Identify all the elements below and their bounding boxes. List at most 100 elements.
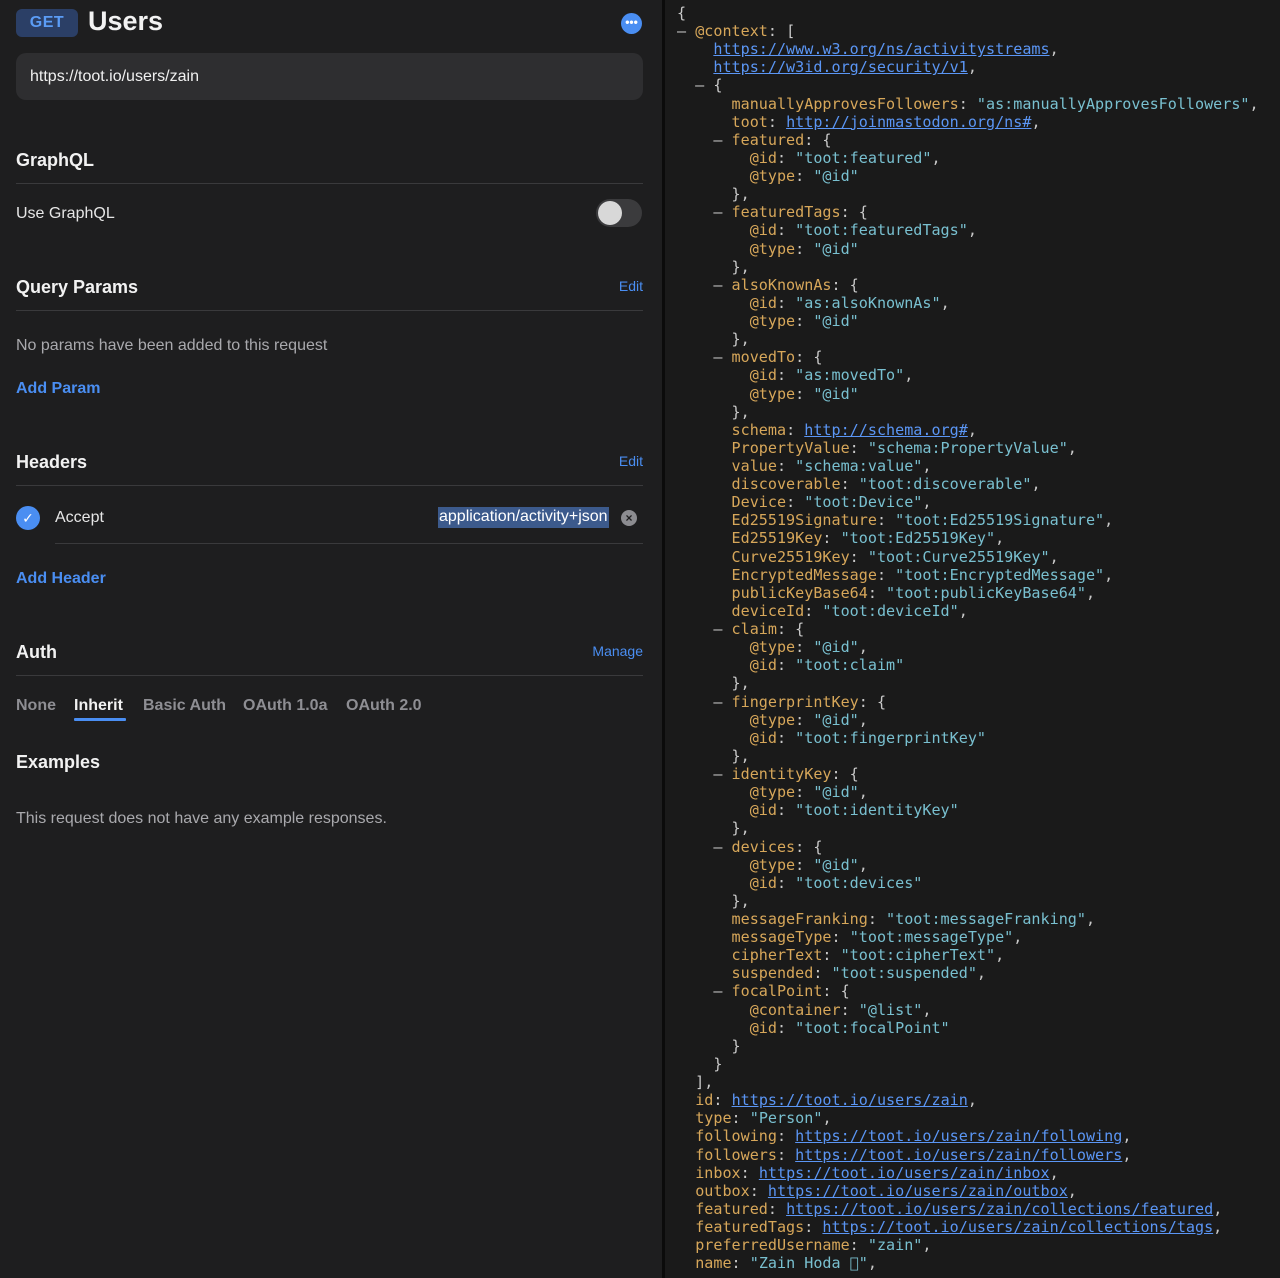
json-key: Curve25519Key bbox=[731, 547, 850, 566]
collapse-toggle[interactable]: – bbox=[677, 765, 732, 783]
json-line: manuallyApprovesFollowers: "as:manuallyA… bbox=[677, 95, 1259, 113]
json-punct: : bbox=[958, 94, 977, 113]
method-badge[interactable]: GET bbox=[16, 9, 78, 37]
json-link[interactable]: https://toot.io/users/zain/followers bbox=[795, 1146, 1122, 1164]
json-punct: { bbox=[713, 76, 723, 95]
auth-tab-basic-auth[interactable]: Basic Auth bbox=[143, 697, 226, 715]
json-key: @id bbox=[749, 148, 777, 167]
json-punct: : bbox=[795, 167, 814, 186]
json-line: – @context: [ bbox=[677, 22, 795, 40]
json-line: @type: "@id" bbox=[677, 240, 859, 258]
json-key: featuredTags bbox=[695, 1218, 805, 1237]
headers-edit-link[interactable]: Edit bbox=[619, 453, 643, 469]
json-punct bbox=[677, 656, 750, 674]
json-punct: : bbox=[776, 148, 796, 167]
header-value[interactable]: application/activity+json bbox=[438, 507, 609, 528]
collapse-toggle[interactable]: – bbox=[677, 348, 732, 366]
json-link[interactable]: https://www.w3.org/ns/activitystreams bbox=[713, 40, 1049, 58]
collapse-toggle[interactable]: – bbox=[677, 131, 732, 149]
json-punct bbox=[677, 475, 732, 493]
json-line: @container: "@list", bbox=[677, 1000, 932, 1019]
json-line: }, bbox=[677, 185, 750, 203]
header-enabled-checkbox[interactable]: ✓ bbox=[16, 506, 40, 530]
collapse-toggle[interactable]: – bbox=[677, 22, 695, 40]
json-string: "@id" bbox=[813, 239, 859, 258]
json-punct: , bbox=[858, 855, 868, 874]
request-title[interactable]: Users bbox=[88, 6, 163, 37]
json-line: } bbox=[677, 1055, 722, 1073]
json-string: "schema:value" bbox=[795, 457, 923, 475]
json-line: publicKeyBase64: "toot:publicKeyBase64", bbox=[677, 583, 1096, 602]
collapse-toggle[interactable]: – bbox=[677, 693, 732, 711]
json-string: "toot:featured" bbox=[795, 148, 932, 167]
json-line: preferredUsername: "zain", bbox=[677, 1236, 931, 1254]
json-punct bbox=[677, 95, 732, 113]
json-punct: : bbox=[776, 457, 796, 475]
json-punct bbox=[677, 385, 750, 403]
json-string: "as:movedTo" bbox=[795, 366, 905, 385]
auth-tab-oauth2[interactable]: OAuth 2.0 bbox=[346, 697, 422, 715]
json-key: discoverable bbox=[731, 475, 841, 494]
json-punct: : bbox=[849, 1236, 868, 1255]
json-string: "toot:Ed25519Key" bbox=[840, 529, 996, 548]
json-line: EncryptedMessage: "toot:EncryptedMessage… bbox=[677, 566, 1114, 584]
json-line: featured: https://toot.io/users/zain/col… bbox=[677, 1200, 1222, 1218]
collapse-toggle[interactable]: – bbox=[677, 203, 732, 221]
json-link[interactable]: https://w3id.org/security/v1 bbox=[713, 58, 967, 76]
json-link[interactable]: https://toot.io/users/zain/following bbox=[795, 1127, 1122, 1145]
json-punct bbox=[677, 874, 750, 892]
add-param-button[interactable]: Add Param bbox=[16, 380, 100, 398]
json-link[interactable]: http://schema.org# bbox=[804, 421, 968, 439]
auth-tab-inherit[interactable]: Inherit bbox=[74, 697, 123, 715]
auth-manage-link[interactable]: Manage bbox=[592, 643, 643, 659]
collapse-toggle[interactable]: – bbox=[677, 982, 732, 1000]
json-string: "toot:claim" bbox=[795, 656, 905, 675]
json-line: }, bbox=[677, 747, 750, 765]
header-key[interactable]: Accept bbox=[55, 509, 104, 527]
json-string: "zain" bbox=[867, 1236, 923, 1255]
auth-tab-oauth1[interactable]: OAuth 1.0a bbox=[243, 697, 327, 715]
json-punct: : bbox=[831, 928, 850, 947]
collapse-toggle[interactable]: – bbox=[677, 838, 732, 856]
json-key: followers bbox=[695, 1145, 777, 1164]
json-punct: : bbox=[776, 221, 796, 240]
response-json-viewer[interactable]: {– @context: [ https://www.w3.org/ns/act… bbox=[665, 0, 1280, 1278]
json-key: @type bbox=[749, 855, 796, 874]
more-options-button[interactable]: ••• bbox=[621, 13, 642, 34]
json-link[interactable]: https://toot.io/users/zain bbox=[732, 1091, 968, 1109]
collapse-toggle[interactable]: – bbox=[677, 276, 732, 294]
json-link[interactable]: https://toot.io/users/zain/outbox bbox=[768, 1182, 1068, 1200]
collapse-toggle[interactable]: – bbox=[677, 620, 732, 638]
url-input[interactable]: https://toot.io/users/zain bbox=[16, 53, 643, 100]
json-punct bbox=[677, 1254, 695, 1272]
auth-tab-none[interactable]: None bbox=[16, 697, 56, 715]
json-link[interactable]: https://toot.io/users/zain/collections/t… bbox=[822, 1218, 1213, 1236]
json-string: "toot:suspended" bbox=[831, 964, 977, 983]
json-punct bbox=[677, 1218, 695, 1236]
json-punct bbox=[677, 1182, 695, 1200]
divider bbox=[55, 543, 643, 544]
json-line: Curve25519Key: "toot:Curve25519Key", bbox=[677, 548, 1059, 566]
json-link[interactable]: https://toot.io/users/zain/inbox bbox=[759, 1164, 1050, 1182]
json-punct bbox=[677, 801, 750, 819]
json-punct: { bbox=[677, 4, 687, 22]
json-link[interactable]: http://joinmastodon.org/ns# bbox=[786, 113, 1031, 131]
json-punct: }, bbox=[677, 257, 750, 276]
json-punct: , bbox=[1049, 547, 1059, 566]
json-punct: , bbox=[858, 638, 868, 657]
use-graphql-label: Use GraphQL bbox=[16, 205, 115, 222]
json-key: outbox bbox=[695, 1181, 750, 1200]
json-string: "Zain Hoda " bbox=[749, 1254, 868, 1273]
json-punct: , bbox=[967, 420, 977, 439]
json-link[interactable]: https://toot.io/users/zain/collections/f… bbox=[786, 1200, 1213, 1218]
json-punct: , bbox=[1085, 583, 1096, 602]
collapse-toggle[interactable]: – bbox=[677, 76, 713, 94]
json-line: – movedTo: { bbox=[677, 348, 822, 366]
json-punct: , bbox=[958, 601, 968, 620]
json-punct: : bbox=[731, 1109, 750, 1128]
add-header-button[interactable]: Add Header bbox=[16, 570, 106, 588]
use-graphql-toggle[interactable] bbox=[596, 199, 642, 227]
clear-header-button[interactable]: × bbox=[621, 510, 637, 526]
query-params-edit-link[interactable]: Edit bbox=[619, 278, 643, 294]
json-key: @container bbox=[749, 1000, 841, 1019]
